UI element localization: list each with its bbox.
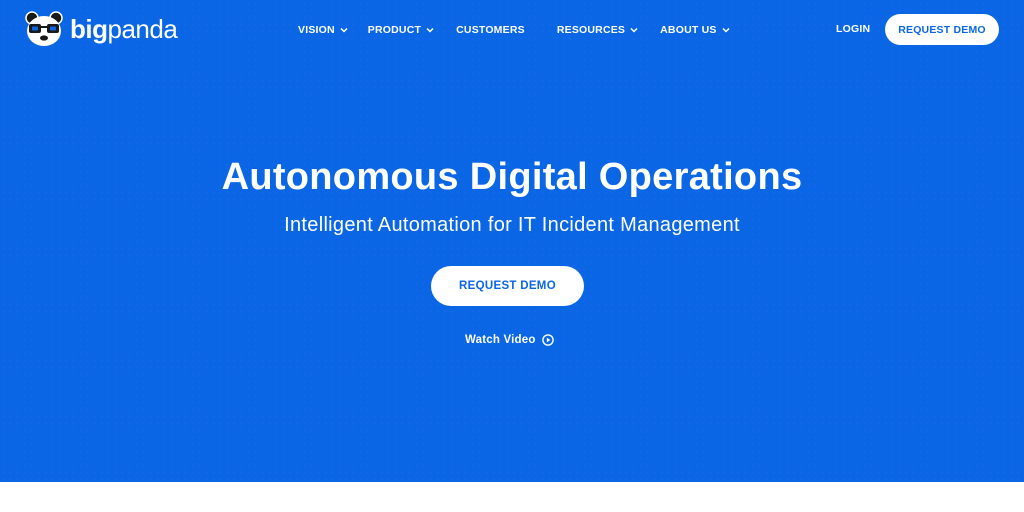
chevron-down-icon <box>426 27 434 33</box>
chevron-down-icon <box>340 27 348 33</box>
nav-item-product[interactable]: PRODUCT <box>368 24 434 36</box>
nav-item-vision[interactable]: VISION <box>298 24 348 36</box>
panda-logo-icon <box>25 11 63 46</box>
watch-video-link[interactable]: Watch Video <box>465 332 554 348</box>
next-section <box>0 482 1024 512</box>
hero-section: bigpanda VISION PRODUCT CUSTOMERS RESOUR… <box>0 0 1024 482</box>
chevron-down-icon <box>722 27 730 33</box>
brand-logo[interactable]: bigpanda <box>24 11 178 47</box>
nav-item-label: PRODUCT <box>367 24 422 36</box>
hero-subtitle: Intelligent Automation for IT Incident M… <box>284 214 740 236</box>
brand-name-bold: big <box>70 14 108 44</box>
nav-item-resources[interactable]: RESOURCES <box>557 24 638 36</box>
nav-item-about-us[interactable]: ABOUT US <box>660 24 730 36</box>
main-nav: VISION PRODUCT CUSTOMERS RESOURCES ABOUT… <box>298 22 730 38</box>
nav-item-label: ABOUT US <box>660 24 717 36</box>
request-demo-header-button[interactable]: REQUEST DEMO <box>885 14 999 45</box>
brand-name-light: panda <box>107 14 178 44</box>
nav-item-label: RESOURCES <box>556 24 626 36</box>
nav-item-label: CUSTOMERS <box>456 24 525 36</box>
nav-item-label: VISION <box>298 24 335 36</box>
login-link[interactable]: LOGIN <box>836 23 870 35</box>
watch-video-label: Watch Video <box>465 334 536 346</box>
chevron-down-icon <box>630 27 638 33</box>
hero-title: Autonomous Digital Operations <box>221 156 803 198</box>
play-circle-icon <box>541 334 554 346</box>
request-demo-hero-button[interactable]: REQUEST DEMO <box>431 266 584 306</box>
brand-wordmark: bigpanda <box>70 14 178 44</box>
nav-item-customers[interactable]: CUSTOMERS <box>456 24 525 36</box>
